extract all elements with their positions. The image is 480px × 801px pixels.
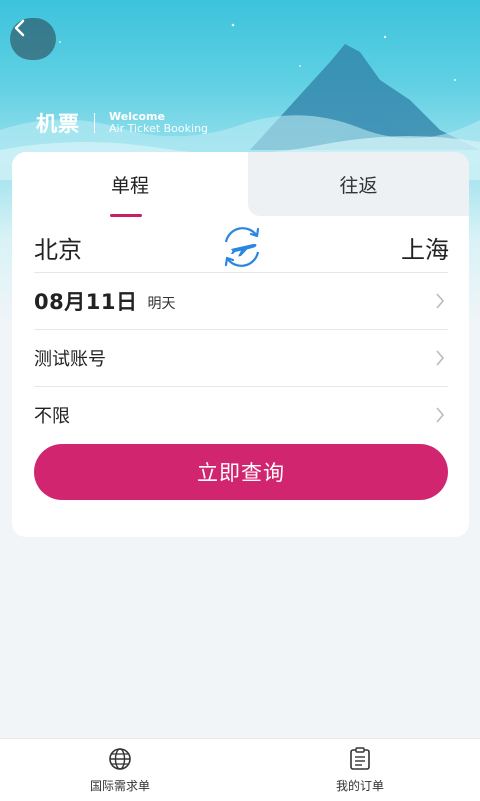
chevron-right-icon	[436, 407, 445, 423]
cabin-class-selector-row[interactable]: 不限	[34, 386, 448, 443]
chevron-right-icon	[436, 350, 445, 366]
active-tab-indicator	[110, 214, 142, 217]
date-selector-row[interactable]: 08月11日 明天	[34, 272, 448, 329]
tab-one-way[interactable]: 单程	[12, 152, 248, 216]
tab-round-trip[interactable]: 往返	[248, 152, 469, 216]
nav-my-orders-label: 我的订单	[335, 778, 384, 793]
arrival-city[interactable]: 上海	[401, 230, 449, 265]
passenger-value: 测试账号	[34, 349, 106, 370]
title-divider	[94, 113, 95, 133]
departure-date-hint: 明天	[147, 295, 176, 312]
globe-icon	[109, 747, 131, 770]
page-title-block: 机票 Welcome Air Ticket Booking	[36, 108, 208, 138]
document-icon	[350, 746, 370, 770]
departure-date: 08月11日	[34, 290, 138, 314]
booking-card: 单程 往返 北京 上海 08月11日 明天 测试账号 不限 立即查询	[12, 152, 469, 537]
nav-international-request-label: 国际需求单	[89, 778, 150, 793]
route-selector: 北京 上海	[12, 224, 469, 272]
page-subtitle: Welcome Air Ticket Booking	[109, 111, 208, 135]
chevron-right-icon	[436, 293, 445, 309]
subtitle-booking: Air Ticket Booking	[109, 122, 209, 135]
search-button[interactable]: 立即查询	[34, 444, 448, 500]
trip-type-tabs: 单程 往返	[12, 152, 469, 217]
passenger-selector-row[interactable]: 测试账号	[34, 329, 448, 386]
tab-one-way-label: 单程	[110, 174, 149, 197]
nav-my-orders[interactable]: 我的订单	[240, 739, 480, 801]
nav-international-request[interactable]: 国际需求单	[0, 739, 240, 801]
chevron-left-icon	[14, 19, 25, 37]
page-title: 机票	[36, 112, 80, 136]
plane-swap-icon	[224, 227, 260, 267]
tab-round-trip-label: 往返	[339, 174, 378, 197]
swap-cities-button[interactable]	[217, 224, 267, 270]
back-button[interactable]	[10, 18, 56, 60]
cabin-class-value: 不限	[34, 406, 70, 427]
bottom-navigation: 国际需求单 我的订单	[0, 738, 480, 801]
departure-city[interactable]: 北京	[34, 230, 82, 265]
